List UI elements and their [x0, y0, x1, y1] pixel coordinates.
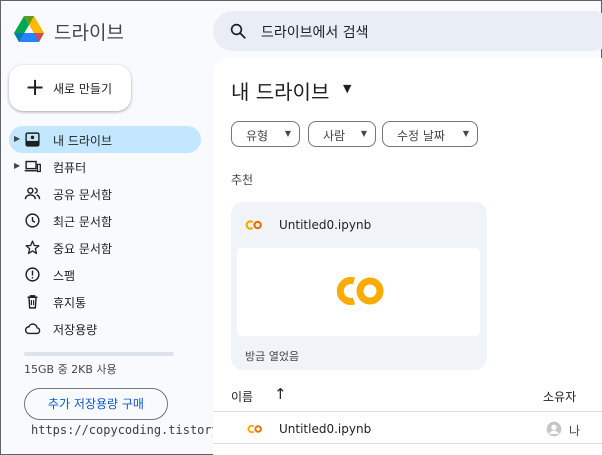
colab-logo-icon: [336, 277, 384, 305]
sidebar-item-shared[interactable]: 공유 문서함: [9, 180, 201, 207]
sidebar-item-spam[interactable]: 스팸: [9, 261, 201, 288]
file-list-header: 이름 ↑ 소유자: [213, 382, 602, 412]
sidebar-item-label: 컴퓨터: [53, 161, 87, 175]
filter-label: 유형: [246, 129, 269, 143]
new-button[interactable]: + 새로 만들기: [9, 65, 131, 111]
spam-icon: [25, 267, 40, 282]
sidebar-item-label: 휴지통: [53, 296, 87, 310]
page-title[interactable]: 내 드라이브: [231, 76, 329, 105]
app-name: 드라이브: [54, 22, 124, 44]
suggested-file-card[interactable]: Untitled0.ipynb 방금 열었음: [231, 202, 487, 370]
expand-arrow-icon[interactable]: ▶: [14, 161, 20, 170]
colab-icon: [247, 424, 262, 434]
search-input[interactable]: 드라이브에서 검색: [261, 22, 369, 42]
sidebar-nav: ▶ 내 드라이브 ▶ 컴퓨터 공유 문서함 최근 문서함 중요 문서함 스팸 휴…: [9, 126, 201, 342]
storage-quota-bar: [24, 352, 174, 356]
sidebar-item-label: 스팸: [53, 269, 76, 283]
sidebar-item-starred[interactable]: 중요 문서함: [9, 234, 201, 261]
file-name: Untitled0.ipynb: [279, 422, 372, 436]
people-icon: [24, 187, 41, 200]
sort-arrow-icon[interactable]: ↑: [274, 385, 287, 403]
file-name: Untitled0.ipynb: [279, 218, 372, 232]
column-header-name[interactable]: 이름: [231, 388, 253, 405]
filter-label: 사람: [323, 129, 346, 143]
cloud-icon: [24, 323, 41, 335]
trash-icon: [27, 295, 38, 309]
main-panel: 내 드라이브 ▼ 유형 ▼ 사람 ▼ 수정 날짜 ▼ 추천 Untitled0.…: [213, 58, 602, 455]
file-row[interactable]: Untitled0.ipynb 나: [213, 414, 602, 444]
sidebar-item-trash[interactable]: 휴지통: [9, 288, 201, 315]
sidebar-item-label: 중요 문서함: [53, 242, 113, 256]
filter-modified-chip[interactable]: 수정 날짜 ▼: [382, 121, 478, 147]
opened-status: 방금 열었음: [245, 350, 300, 363]
sidebar-item-label: 공유 문서함: [53, 188, 113, 202]
chevron-down-icon: ▼: [360, 129, 367, 138]
chevron-down-icon: ▼: [284, 129, 291, 138]
new-button-label: 새로 만들기: [53, 82, 113, 96]
file-preview: [237, 248, 480, 336]
sidebar-item-computers[interactable]: ▶ 컴퓨터: [9, 153, 201, 180]
column-header-owner: 소유자: [543, 390, 577, 404]
sidebar-item-storage[interactable]: 저장용량: [9, 315, 201, 342]
filter-label: 수정 날짜: [397, 129, 445, 143]
chevron-down-icon: ▼: [462, 129, 469, 138]
file-owner: 나: [569, 424, 581, 438]
buy-storage-button[interactable]: 추가 저장용량 구매: [24, 388, 168, 420]
filter-people-chip[interactable]: 사람 ▼: [308, 121, 376, 147]
drive-icon: [25, 132, 40, 147]
search-icon: [230, 23, 246, 39]
google-drive-logo[interactable]: [13, 15, 45, 45]
avatar-icon: [546, 421, 562, 437]
sidebar-item-label: 저장용량: [53, 323, 98, 337]
suggested-section-title: 추천: [231, 173, 254, 187]
dropdown-arrow-icon[interactable]: ▼: [343, 82, 351, 95]
filter-type-chip[interactable]: 유형 ▼: [231, 121, 300, 147]
sidebar-item-label: 내 드라이브: [53, 134, 113, 148]
sidebar-item-recent[interactable]: 최근 문서함: [9, 207, 201, 234]
storage-quota-text: 15GB 중 2KB 사용: [24, 363, 117, 376]
clock-icon: [25, 213, 40, 228]
sidebar-item-label: 최근 문서함: [53, 215, 113, 229]
search-bar[interactable]: 드라이브에서 검색: [213, 11, 602, 51]
colab-icon: [245, 220, 262, 230]
star-icon: [25, 240, 40, 255]
sidebar-item-my-drive[interactable]: ▶ 내 드라이브: [9, 126, 201, 153]
plus-icon: +: [25, 73, 46, 101]
computer-icon: [24, 160, 41, 173]
expand-arrow-icon[interactable]: ▶: [14, 134, 20, 143]
